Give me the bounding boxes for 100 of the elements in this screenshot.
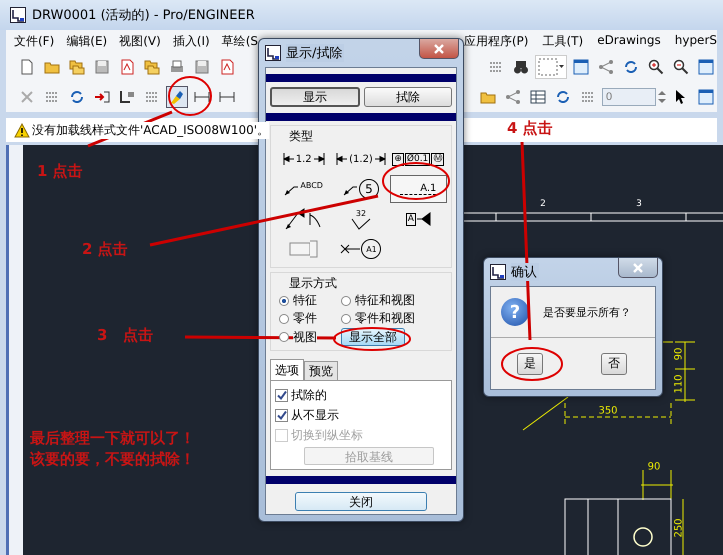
dimension-line bbox=[674, 342, 696, 402]
lock-icon bbox=[119, 89, 135, 105]
app-icon bbox=[10, 7, 26, 23]
datum-triangle-icon bbox=[416, 212, 431, 226]
leader-line bbox=[522, 396, 568, 430]
refresh-icon bbox=[623, 59, 639, 75]
symbol-type-button[interactable]: A.1 bbox=[390, 175, 447, 203]
symbol-type-button[interactable]: A1 bbox=[332, 235, 390, 263]
close-button[interactable] bbox=[618, 258, 658, 278]
app-icon bbox=[490, 264, 506, 280]
nodes-icon bbox=[598, 59, 614, 75]
status-message: 没有加载线样式文件'ACAD_ISO08W100'。 bbox=[32, 122, 270, 138]
target-leader-icon bbox=[340, 242, 360, 256]
folders-icon bbox=[144, 59, 160, 75]
zone-label: 2 bbox=[540, 199, 546, 209]
warning-icon bbox=[14, 122, 30, 138]
menu-item[interactable]: eDrawings bbox=[597, 32, 661, 50]
dimension-arrow-icon bbox=[374, 151, 386, 167]
dimension-icon bbox=[194, 89, 210, 105]
tab[interactable]: 选项 bbox=[270, 359, 304, 380]
binoculars-icon bbox=[513, 59, 529, 75]
pdf-icon bbox=[219, 59, 235, 75]
annotation-text: 该要的要，不要的拭除！ bbox=[30, 450, 195, 469]
dimension-value: 110 bbox=[674, 374, 684, 394]
dimension-value: 250 bbox=[674, 518, 684, 538]
printer-icon bbox=[169, 59, 185, 75]
dialog-button[interactable]: 是 bbox=[517, 352, 543, 374]
refresh-icon bbox=[555, 89, 571, 105]
hole-circle bbox=[633, 527, 653, 547]
number-field[interactable]: 0 bbox=[602, 88, 656, 106]
menu-item[interactable]: 插入(I) bbox=[172, 32, 210, 50]
annotation-text: 最后整理一下就可以了！ bbox=[30, 429, 195, 448]
radio-button[interactable] bbox=[341, 314, 351, 324]
dimension-value: 350 bbox=[598, 406, 618, 416]
radio-button[interactable] bbox=[341, 296, 351, 306]
highlight-ellipse bbox=[501, 347, 563, 381]
checkbox[interactable] bbox=[275, 409, 288, 422]
close-button[interactable] bbox=[419, 39, 459, 59]
zone-label: 3 bbox=[636, 199, 642, 209]
menu-item[interactable]: 工具(T) bbox=[542, 32, 584, 50]
window-icon bbox=[698, 89, 714, 105]
dialog-message: 是否要显示所有？ bbox=[543, 304, 631, 320]
menu-item[interactable]: hyperS bbox=[674, 32, 717, 50]
dimension-icon bbox=[219, 89, 235, 105]
close-icon bbox=[19, 89, 35, 105]
step-annotation: 1 点击 bbox=[37, 162, 83, 181]
question-icon: ? bbox=[501, 298, 529, 326]
app-icon bbox=[265, 45, 281, 61]
mode-button[interactable]: 显示 bbox=[270, 87, 360, 107]
radio-button[interactable] bbox=[279, 296, 289, 306]
window-title: DRW0001 (活动的) - Pro/ENGINEER bbox=[32, 7, 255, 24]
dialog-title: 显示/拭除 bbox=[286, 44, 344, 62]
checkbox-option[interactable]: 从不显示 bbox=[275, 407, 447, 424]
radio-button[interactable] bbox=[279, 314, 289, 324]
zoom-out-icon bbox=[673, 59, 689, 75]
symbol-type-button[interactable]: 1.2 bbox=[275, 145, 332, 173]
radio-button[interactable] bbox=[279, 332, 289, 342]
symbol-type-button[interactable]: A bbox=[390, 205, 447, 233]
tab[interactable]: 预览 bbox=[304, 361, 338, 380]
step-annotation: 4 点击 bbox=[507, 119, 553, 138]
table-icon bbox=[530, 89, 546, 105]
dimension-value: 90 bbox=[648, 462, 660, 472]
symbol-type-button[interactable]: 32 bbox=[332, 205, 390, 233]
menu-item[interactable]: 文件(F) bbox=[14, 32, 54, 50]
symbol-type-button[interactable]: ABCD bbox=[275, 175, 332, 203]
menu-item[interactable]: 草绘(S bbox=[222, 32, 258, 50]
step-annotation: 2 点击 bbox=[82, 240, 128, 259]
window-icon bbox=[698, 59, 714, 75]
mode-button[interactable]: 拭除 bbox=[364, 87, 452, 107]
dimension-arrow-icon bbox=[312, 151, 325, 167]
selection-box-icon bbox=[538, 58, 564, 76]
menu-item[interactable]: 应用程序(P) bbox=[464, 32, 528, 50]
close-dialog-button[interactable]: 关闭 bbox=[295, 492, 427, 511]
pdf-icon bbox=[119, 59, 135, 75]
menu-item[interactable]: 视图(V) bbox=[119, 32, 161, 50]
close-icon bbox=[433, 44, 445, 54]
dimension-arrow-icon bbox=[282, 151, 295, 167]
selection-button[interactable] bbox=[535, 55, 567, 79]
highlight-ellipse bbox=[168, 76, 212, 116]
checkbox-option[interactable]: 拭除的 bbox=[275, 387, 447, 404]
import-icon bbox=[94, 89, 110, 105]
check-icon bbox=[276, 390, 287, 401]
group-label: 类型 bbox=[288, 128, 314, 145]
group-label: 显示方式 bbox=[288, 275, 338, 292]
surface-finish-icon bbox=[350, 218, 371, 230]
dialog-title: 确认 bbox=[511, 263, 539, 281]
dimension-arrow-icon bbox=[336, 151, 348, 167]
refresh-icon bbox=[69, 89, 85, 105]
zoom-in-icon bbox=[648, 59, 664, 75]
window-icon bbox=[573, 59, 589, 75]
folders-icon bbox=[69, 59, 85, 75]
highlight-ellipse bbox=[382, 162, 450, 200]
menu-item[interactable]: 编辑(E) bbox=[66, 32, 108, 50]
thread-icon bbox=[288, 240, 319, 258]
document-icon bbox=[19, 59, 35, 75]
checkbox[interactable] bbox=[275, 389, 288, 402]
close-icon bbox=[632, 262, 644, 272]
dialog-button[interactable]: 否 bbox=[601, 352, 627, 374]
symbol-type-button[interactable]: (1.2) bbox=[332, 145, 390, 173]
symbol-type-button[interactable]: 5 bbox=[332, 175, 390, 203]
